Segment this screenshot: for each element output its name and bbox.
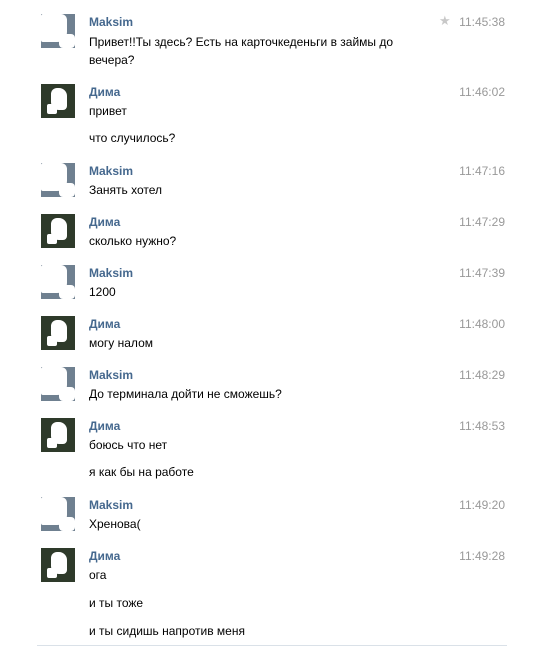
message-text: что случилось? <box>89 131 176 145</box>
message-text: привет <box>89 104 127 118</box>
message-author[interactable]: Maksim <box>89 498 133 512</box>
message-author[interactable]: Maksim <box>89 164 133 178</box>
user-avatar-icon[interactable] <box>41 418 75 452</box>
message-text: Занять хотел <box>89 183 163 197</box>
divider <box>37 645 507 646</box>
message-author[interactable]: Дима <box>89 549 120 563</box>
message-author[interactable]: Дима <box>89 419 120 433</box>
message-time[interactable]: 11:49:20 <box>459 498 505 512</box>
message-author[interactable]: Дима <box>89 85 120 99</box>
message-time[interactable]: 11:46:02 <box>459 85 505 99</box>
message-text: сколько нужно? <box>89 234 177 248</box>
message-author[interactable]: Maksim <box>89 15 133 29</box>
message-time[interactable]: 11:48:00 <box>459 317 505 331</box>
user-avatar-icon[interactable] <box>41 214 75 248</box>
user-avatar-icon[interactable] <box>41 367 75 401</box>
user-avatar-icon[interactable] <box>41 548 75 582</box>
message-text: могу налом <box>89 336 153 350</box>
message-author[interactable]: Дима <box>89 215 120 229</box>
message-text: боюсь что нет <box>89 438 168 452</box>
message-text: До терминала дойти не сможешь? <box>89 387 282 401</box>
message-time[interactable]: 11:47:29 <box>459 215 505 229</box>
message-text: 1200 <box>89 285 116 299</box>
message-text: Хренова( <box>89 517 141 531</box>
message-text: ога <box>89 568 107 582</box>
message-history: Maksim ★ 11:45:38 Привет!!Ты здесь? Есть… <box>0 0 543 648</box>
user-avatar-icon[interactable] <box>41 265 75 299</box>
message-time[interactable]: 11:47:39 <box>459 266 505 280</box>
message-text: я как бы на работе <box>89 465 194 479</box>
message-time[interactable]: 11:49:28 <box>459 549 505 563</box>
message-time[interactable]: 11:45:38 <box>459 15 505 29</box>
user-avatar-icon[interactable] <box>41 14 75 48</box>
message-time[interactable]: 11:48:29 <box>459 368 505 382</box>
user-avatar-icon[interactable] <box>41 497 75 531</box>
message-author[interactable]: Maksim <box>89 368 133 382</box>
star-icon[interactable]: ★ <box>439 14 451 28</box>
user-avatar-icon[interactable] <box>41 163 75 197</box>
message-text: и ты тоже <box>89 596 144 610</box>
message-time[interactable]: 11:48:53 <box>459 419 505 433</box>
message-text: и ты сидишь напротив меня <box>89 624 245 638</box>
user-avatar-icon[interactable] <box>41 316 75 350</box>
message-author[interactable]: Дима <box>89 317 120 331</box>
message-text: Привет!!Ты здесь? Есть на карточкеденьги… <box>89 35 394 67</box>
message-author[interactable]: Maksim <box>89 266 133 280</box>
message-time[interactable]: 11:47:16 <box>459 164 505 178</box>
user-avatar-icon[interactable] <box>41 84 75 118</box>
